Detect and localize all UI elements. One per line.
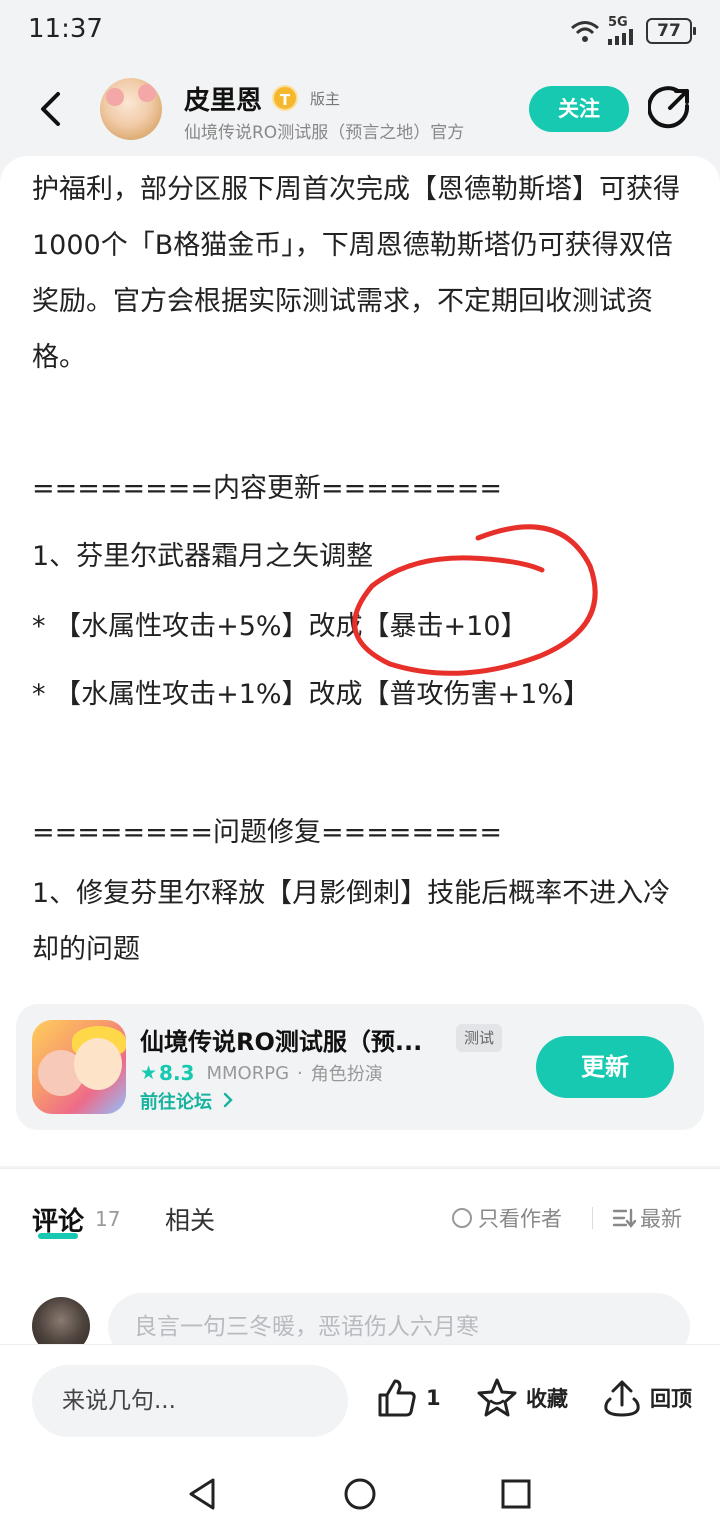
author-role: 版主 <box>310 90 341 108</box>
radio-circle-icon <box>452 1208 472 1228</box>
app-genre: MMORPG <box>206 1062 290 1084</box>
back-button[interactable] <box>28 84 72 134</box>
status-time: 11:37 <box>28 14 103 44</box>
post-content: 护福利，部分区服下周首次完成【恩德勒斯塔】可获得1000个「B格猫金币」，下周恩… <box>0 156 720 1166</box>
sort-label: 最新 <box>640 1207 682 1231</box>
nav-home-button[interactable] <box>342 1476 378 1512</box>
star-icon: ★ <box>140 1062 158 1084</box>
say-something-input[interactable]: 来说几句... <box>32 1365 348 1437</box>
sort-icon <box>612 1208 636 1228</box>
sort-button[interactable]: 最新 <box>612 1203 682 1233</box>
app-meta: ★ 8.3 MMORPG · 角色扮演 <box>140 1060 383 1086</box>
chevron-right-icon <box>224 1092 233 1108</box>
app-tag: 测试 <box>456 1024 503 1052</box>
post-intro-text: 护福利，部分区服下周首次完成【恩德勒斯塔】可获得1000个「B格猫金币」，下周恩… <box>32 174 680 373</box>
nav-back-button[interactable] <box>185 1476 221 1512</box>
arrow-up-icon <box>604 1380 640 1417</box>
meta-separator: · <box>297 1062 303 1084</box>
nav-recents-icon <box>501 1479 531 1509</box>
nav-home-icon <box>344 1478 376 1510</box>
app-category: 角色扮演 <box>310 1064 383 1085</box>
update-button[interactable]: 更新 <box>536 1036 674 1098</box>
favorite-label: 收藏 <box>526 1387 568 1411</box>
battery-icon: 77 <box>646 17 696 44</box>
like-button[interactable]: 1 <box>376 1377 441 1419</box>
section-heading-update: ========内容更新======== <box>32 473 502 504</box>
nav-recents-button[interactable] <box>498 1476 534 1512</box>
forum-link[interactable]: 前往论坛 <box>140 1088 234 1114</box>
author-avatar[interactable] <box>100 78 162 140</box>
back-to-top-button[interactable]: 回顶 <box>602 1377 692 1419</box>
post-header: 皮里恩 T 版主 仙境传说RO测试服（预言之地）官方 关注 <box>0 64 720 156</box>
system-nav-bar <box>0 1456 720 1532</box>
status-icons: 5G 77 <box>570 16 696 45</box>
author-subtitle: 仙境传说RO测试服（预言之地）官方 <box>184 123 465 143</box>
signal-icon <box>608 29 633 45</box>
share-button[interactable] <box>647 86 692 130</box>
like-count: 1 <box>426 1386 441 1410</box>
app-name[interactable]: 仙境传说RO测试服（预... <box>140 1022 452 1057</box>
fix-item: 1、修复芬里尔释放【月影倒刺】技能后概率不进入冷却的问题 <box>32 878 671 965</box>
favorite-button[interactable]: 收藏 <box>476 1377 568 1419</box>
thumb-up-icon <box>378 1379 416 1417</box>
forum-link-label: 前往论坛 <box>140 1092 212 1113</box>
comments-section: 评论 17 相关 只看作者 最新 良言一句三冬暖，恶语伤人六月寒 <box>0 1168 720 1361</box>
app-score: 8.3 <box>159 1061 195 1085</box>
bottom-action-bar: 来说几句... 1 收藏 回顶 <box>0 1344 720 1456</box>
update-line-2: * 【水属性攻击+1%】改成【普攻伤害+1%】 <box>32 679 590 710</box>
back-to-top-label: 回顶 <box>650 1387 692 1411</box>
back-arrow-icon <box>41 92 60 126</box>
follow-button[interactable]: 关注 <box>529 86 629 132</box>
share-icon <box>647 86 690 129</box>
tab-active-indicator <box>38 1233 78 1239</box>
status-bar: 11:37 5G 77 <box>0 0 720 64</box>
comment-count: 17 <box>95 1207 121 1231</box>
update-line-1: * 【水属性攻击+5%】改成【暴击+10】 <box>32 611 528 642</box>
moderator-badge-icon: T <box>272 85 298 111</box>
only-author-label: 只看作者 <box>478 1207 562 1231</box>
network-type: 5G <box>608 16 638 45</box>
tab-related[interactable]: 相关 <box>165 1201 215 1237</box>
divider <box>592 1207 593 1229</box>
nav-back-icon <box>189 1478 215 1510</box>
wifi-icon <box>571 20 599 42</box>
network-label: 5G <box>608 15 628 30</box>
only-author-toggle[interactable]: 只看作者 <box>452 1203 562 1233</box>
star-outline-icon <box>477 1378 517 1417</box>
author-name[interactable]: 皮里恩 <box>184 80 262 117</box>
app-card[interactable]: 仙境传说RO测试服（预... 测试 ★ 8.3 MMORPG · 角色扮演 前往… <box>16 1004 704 1130</box>
update-item: 1、芬里尔武器霜月之矢调整 <box>32 541 374 572</box>
section-heading-fix: ========问题修复======== <box>32 817 502 848</box>
app-icon[interactable] <box>32 1020 126 1114</box>
